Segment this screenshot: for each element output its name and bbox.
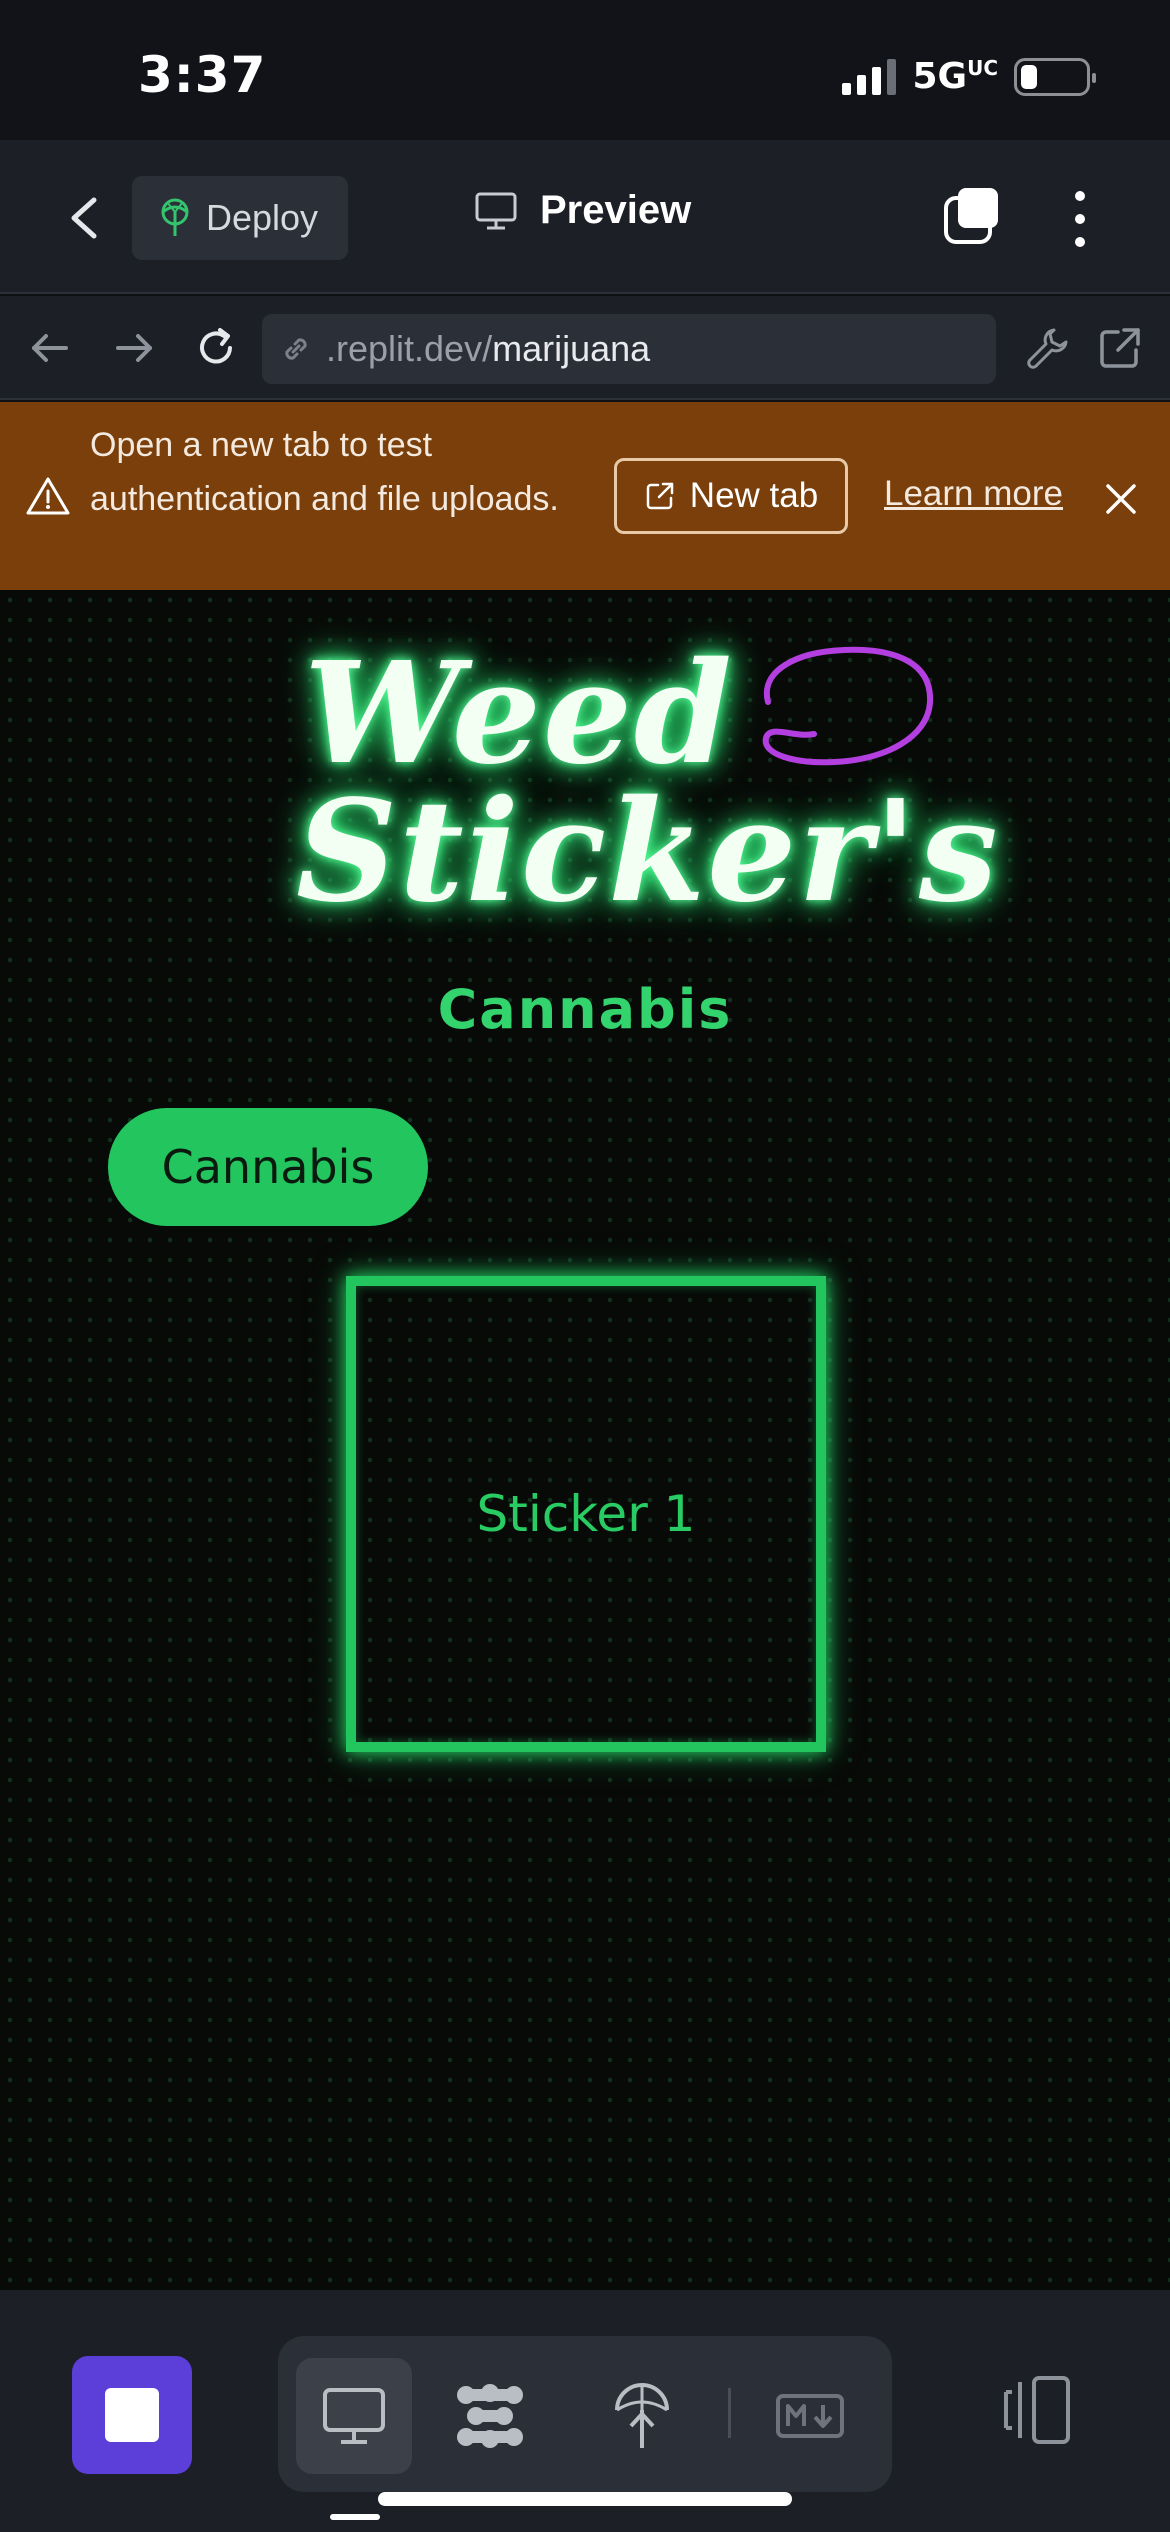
app-preview: Weed Sticker's Cannabis Cannabis Sticker… — [0, 590, 1170, 2290]
deploy-button[interactable]: Deploy — [132, 176, 348, 260]
network-suffix: UC — [967, 56, 998, 80]
markdown-icon — [776, 2394, 844, 2438]
status-indicators: 5GUC — [842, 56, 1096, 97]
tool-group — [278, 2336, 892, 2492]
arrow-left-icon — [32, 334, 68, 362]
monitor-icon — [323, 2388, 385, 2444]
url-host: .replit.dev/ — [326, 328, 493, 369]
home-indicator[interactable] — [378, 2492, 792, 2506]
preview-tool-button[interactable] — [296, 2358, 412, 2474]
nav-back-button[interactable] — [24, 322, 76, 374]
close-banner-button[interactable] — [1104, 482, 1138, 516]
external-link-icon — [646, 482, 674, 510]
workflow-icon — [457, 2384, 523, 2448]
panel-toggle-button[interactable] — [998, 2372, 1074, 2448]
tab-indicator — [330, 2514, 380, 2520]
status-time: 3:37 — [138, 46, 267, 104]
banner-message: Open a new tab to test authentication an… — [90, 426, 559, 518]
tabs-button[interactable] — [942, 186, 1002, 246]
learn-more-link[interactable]: Learn more — [884, 474, 1063, 514]
battery-level — [1021, 64, 1037, 89]
preview-title: Preview — [474, 188, 691, 233]
nav-forward-button[interactable] — [108, 322, 160, 374]
deploy-icon — [615, 2383, 669, 2448]
url-bar: .replit.dev/marijuana — [0, 296, 1170, 400]
open-external-button[interactable] — [1094, 322, 1146, 374]
top-toolbar: Deploy Preview — [0, 140, 1170, 294]
network-indicator: 5GUC — [912, 56, 998, 97]
status-bar: 3:37 5GUC — [0, 0, 1170, 140]
url-path: marijuana — [492, 328, 651, 369]
panel-icon — [1004, 2376, 1070, 2444]
link-icon — [285, 338, 307, 360]
warning-icon — [26, 477, 70, 515]
deploy-tool-button[interactable] — [584, 2358, 700, 2474]
more-vertical-icon — [1075, 191, 1085, 247]
url-input[interactable]: .replit.dev/marijuana — [262, 314, 996, 384]
markdown-tool-button[interactable] — [752, 2358, 868, 2474]
new-tab-button[interactable]: New tab — [614, 458, 848, 534]
new-tab-banner: Open a new tab to test authentication an… — [0, 402, 1170, 590]
wrench-icon — [1027, 328, 1068, 369]
chevron-left-icon — [71, 197, 97, 239]
sticker-label: Sticker 1 — [476, 1485, 696, 1543]
preview-label: Preview — [540, 188, 692, 232]
arrow-right-icon — [116, 334, 152, 362]
logo-line-2: Sticker's — [296, 770, 1000, 934]
reload-icon — [200, 328, 232, 364]
signal-icon — [842, 58, 897, 95]
tabs-icon — [944, 188, 998, 244]
cannabis-button[interactable]: Cannabis — [108, 1108, 428, 1226]
external-link-icon — [1100, 328, 1140, 368]
monitor-icon — [475, 192, 517, 229]
back-button[interactable] — [60, 188, 110, 248]
new-tab-label: New tab — [689, 476, 819, 515]
stop-icon — [105, 2388, 159, 2442]
close-icon — [1106, 484, 1136, 514]
more-button[interactable] — [1060, 186, 1100, 252]
deploy-icon — [161, 198, 189, 236]
sticker-card[interactable]: Sticker 1 — [346, 1276, 826, 1752]
workflow-tool-button[interactable] — [432, 2358, 548, 2474]
battery-icon — [1014, 57, 1096, 96]
deploy-label: Deploy — [206, 197, 319, 238]
scribble-annotation — [762, 646, 934, 766]
site-subtitle: Cannabis — [437, 978, 733, 1041]
network-label: 5G — [912, 56, 968, 97]
stop-button[interactable] — [72, 2356, 192, 2474]
tool-divider — [728, 2388, 731, 2438]
reload-button[interactable] — [190, 322, 242, 374]
devtools-button[interactable] — [1020, 322, 1072, 374]
